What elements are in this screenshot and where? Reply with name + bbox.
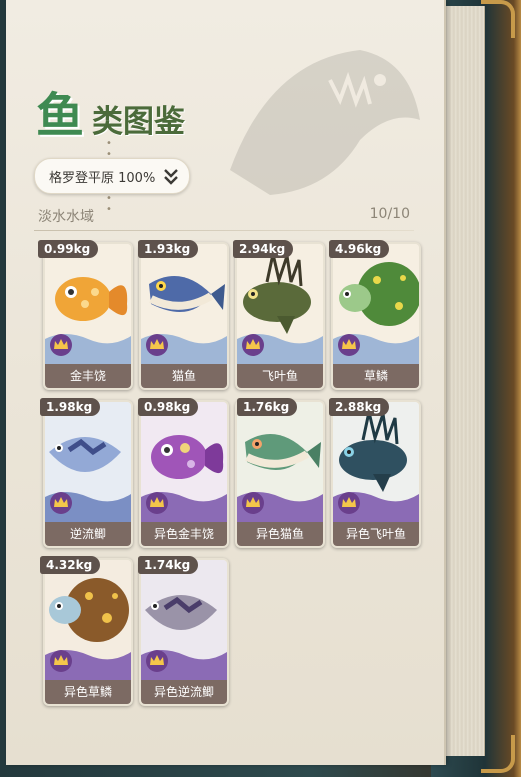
fish-weight-badge: 4.96kg <box>329 240 390 258</box>
page-edge <box>444 6 485 756</box>
fish-card-golden-abundance[interactable]: 金丰饶 <box>43 242 133 390</box>
fish-card-grass-scale[interactable]: 草鳞 <box>331 242 421 390</box>
fish-card-shiny-golden-abundance[interactable]: 异色金丰饶 <box>139 400 229 548</box>
fish-weight-badge: 0.98kg <box>138 398 199 416</box>
fish-name: 猫鱼 <box>141 364 227 388</box>
crown-badge-icon <box>242 334 264 356</box>
fish-weight-badge: 1.76kg <box>237 398 298 416</box>
fish-weight-badge: 4.32kg <box>40 556 101 574</box>
fish-name: 异色逆流鲫 <box>141 680 227 704</box>
divider <box>34 230 414 231</box>
fish-card-shiny-catfish[interactable]: 异色猫鱼 <box>235 400 325 548</box>
fish-weight-badge: 2.94kg <box>233 240 294 258</box>
crown-badge-icon <box>242 492 264 514</box>
fish-weight-badge: 2.88kg <box>329 398 390 416</box>
region-label: 格罗登平原 100% <box>49 170 156 186</box>
fish-name: 金丰饶 <box>45 364 131 388</box>
collection-count: 10/10 <box>369 206 410 222</box>
crown-badge-icon <box>146 492 168 514</box>
region-selector[interactable]: 格罗登平原 100% <box>34 158 190 194</box>
crown-badge-icon <box>50 492 72 514</box>
crown-badge-icon <box>146 650 168 672</box>
fish-card-catfish[interactable]: 猫鱼 <box>139 242 229 390</box>
fish-name: 异色猫鱼 <box>237 522 323 546</box>
fish-name: 逆流鲫 <box>45 522 131 546</box>
crown-badge-icon <box>146 334 168 356</box>
fish-name: 异色金丰饶 <box>141 522 227 546</box>
fish-name: 异色飞叶鱼 <box>333 522 419 546</box>
crown-badge-icon <box>50 334 72 356</box>
cover-corner-ornament <box>481 735 515 773</box>
fish-weight-badge: 1.93kg <box>138 240 199 258</box>
fish-weight-badge: 1.74kg <box>138 556 199 574</box>
fish-card-shiny-grass-scale[interactable]: 异色草鳞 <box>43 558 133 706</box>
fish-weight-badge: 1.98kg <box>40 398 101 416</box>
crown-badge-icon <box>338 334 360 356</box>
cover-corner-ornament <box>481 0 515 38</box>
crown-badge-icon <box>50 650 72 672</box>
water-area-name: 淡水水域 <box>38 209 94 225</box>
fish-card-flying-leaf-fish[interactable]: 飞叶鱼 <box>235 242 325 390</box>
fish-name: 草鳞 <box>333 364 419 388</box>
title-rest: 类图鉴 <box>92 104 185 140</box>
crown-badge-icon <box>338 492 360 514</box>
fish-card-shiny-flying-leaf-fish[interactable]: 异色飞叶鱼 <box>331 400 421 548</box>
fish-name: 飞叶鱼 <box>237 364 323 388</box>
double-chevron-down-icon <box>164 169 178 185</box>
fish-card-upstream-carp[interactable]: 逆流鲫 <box>43 400 133 548</box>
fish-name: 异色草鳞 <box>45 680 131 704</box>
fish-watermark-illustration <box>230 50 420 195</box>
fish-card-shiny-upstream-carp[interactable]: 异色逆流鲫 <box>139 558 229 706</box>
title-fish-char: 鱼 <box>36 88 85 144</box>
fish-weight-badge: 0.99kg <box>38 240 99 258</box>
water-area-header: 淡水水域 10/10 <box>38 206 410 228</box>
